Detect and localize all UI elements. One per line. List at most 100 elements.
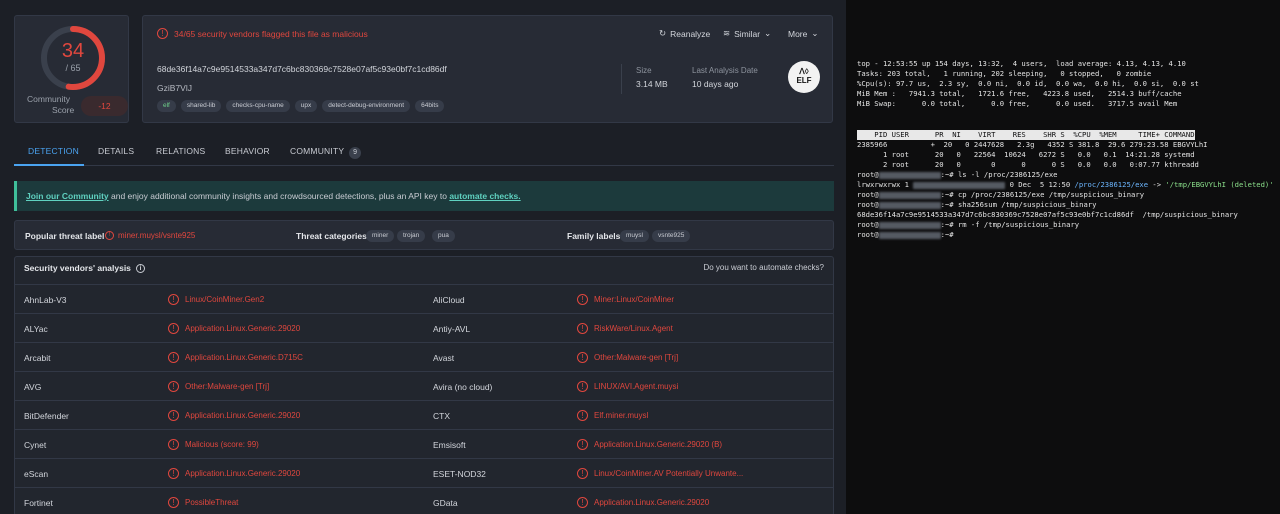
redacted-text	[878, 231, 941, 239]
tab-community[interactable]: COMMUNITY 9	[290, 146, 362, 159]
vendor-result[interactable]: ! Other:Malware-gen [Trj]	[577, 352, 678, 363]
reanalyze-button[interactable]: ↻ Reanalyze	[659, 28, 710, 39]
file-tags: elf shared-lib checks-cpu-name upx detect-de…	[157, 100, 445, 112]
malicious-alert: ! 34/65 security vendors flagged this fi…	[157, 28, 368, 39]
community-label: Community	[27, 94, 70, 104]
vendor-result[interactable]: ! Application.Linux.Generic.D715C	[168, 352, 303, 363]
vendor-result[interactable]: ! RiskWare/Linux.Agent	[577, 323, 673, 334]
vendor-name: Arcabit	[24, 353, 51, 363]
alert-icon: !	[168, 323, 179, 334]
file-tag[interactable]: detect-debug-environment	[322, 100, 411, 112]
virustotal-panel: 34 / 65 Community Score -12 ! 34/65 secu…	[0, 0, 846, 514]
family-pill[interactable]: muysl	[620, 230, 649, 242]
vendor-result[interactable]: ! Malicious (score: 99)	[168, 439, 259, 450]
vendor-result[interactable]: ! Miner:Linux/CoinMiner	[577, 294, 674, 305]
tab-detection[interactable]: DETECTION	[28, 146, 79, 156]
family-pill[interactable]: vsnte925	[652, 230, 691, 242]
file-tag[interactable]: 64bits	[415, 100, 445, 112]
vendor-name: CTX	[433, 411, 450, 421]
ls-output-line: lrwxrwxrwx 1 0 Dec 5 12:50 /proc/2386125…	[857, 180, 1274, 190]
alert-icon: !	[168, 497, 179, 508]
detection-score-card: 34 / 65 Community Score -12	[14, 15, 129, 123]
top-summary-line: Tasks: 203 total, 1 running, 202 sleepin…	[857, 69, 1152, 78]
vendor-name: Fortinet	[24, 498, 53, 508]
similar-button[interactable]: ≋ Similar ⌄	[723, 28, 771, 39]
top-summary-line: MiB Mem : 7941.3 total, 1721.6 free, 422…	[857, 89, 1182, 98]
file-tag[interactable]: upx	[294, 100, 318, 112]
category-pill[interactable]: trojan	[397, 230, 426, 242]
score-label: Score	[52, 105, 75, 115]
file-type-icon: ᐱ◊ ELF	[788, 61, 820, 93]
tab-details[interactable]: DETAILS	[98, 146, 134, 156]
vendor-name: ALYac	[24, 324, 48, 334]
tab-community-label: COMMUNITY	[290, 146, 345, 156]
process-row: 1 root 20 0 22564 10624 6272 S 0.0 0.1 1…	[857, 150, 1195, 159]
similar-icon: ≋	[723, 28, 731, 38]
tab-relations[interactable]: RELATIONS	[156, 146, 205, 156]
community-count-badge: 9	[349, 147, 362, 159]
alert-icon: !	[577, 439, 588, 450]
file-tag[interactable]: checks-cpu-name	[226, 100, 290, 112]
reanalyze-label: Reanalyze	[670, 28, 711, 39]
join-community-link[interactable]: Join our Community	[26, 191, 109, 201]
redacted-text	[878, 171, 941, 179]
prompt-text: root@	[857, 170, 879, 179]
prompt-text: root@	[857, 220, 879, 229]
vendor-result[interactable]: ! PossibleThreat	[168, 497, 238, 508]
category-pill[interactable]: miner	[366, 230, 395, 242]
size-label: Size	[636, 66, 652, 75]
command-text: :~# rm -f /tmp/suspicious_binary	[940, 220, 1080, 229]
automate-checks-link[interactable]: automate checks.	[449, 191, 520, 201]
more-button[interactable]: More ⌄	[788, 28, 819, 39]
category-pill[interactable]: pua	[432, 230, 455, 242]
alert-icon: !	[577, 410, 588, 421]
size-value: 3.14 MB	[636, 79, 668, 89]
detection-count: 34	[61, 40, 85, 62]
vendor-name: Emsisoft	[433, 440, 466, 450]
vendor-result[interactable]: ! Other:Malware-gen [Trj]	[168, 381, 269, 392]
tab-behavior[interactable]: BEHAVIOR	[225, 146, 270, 156]
command-line: root@ :~# ls -l /proc/2386125/exe	[857, 170, 1057, 180]
vendor-result-text: Application.Linux.Generic.29020 (B)	[594, 440, 723, 449]
vendor-result-text: Application.Linux.Generic.D715C	[185, 353, 303, 362]
vendor-result-text: Application.Linux.Generic.29020	[594, 498, 710, 507]
vendor-result[interactable]: ! Application.Linux.Generic.29020	[577, 497, 709, 508]
prompt-text: root@	[857, 190, 879, 199]
redacted-text	[878, 201, 941, 209]
info-icon[interactable]: i	[135, 263, 145, 273]
automate-checks-prompt[interactable]: Do you want to automate checks?	[703, 263, 824, 272]
file-hash[interactable]: 68de36f14a7c9e9514533a347d7c6bc830369c75…	[157, 64, 447, 74]
file-tag[interactable]: shared-lib	[180, 100, 222, 112]
more-label: More	[788, 28, 808, 39]
vendor-result[interactable]: ! Application.Linux.Generic.29020 (B)	[577, 439, 722, 450]
file-tag[interactable]: elf	[157, 100, 176, 112]
vendor-result[interactable]: ! Linux/CoinMiner.AV Potentially Unwante.…	[577, 468, 743, 479]
vendor-result[interactable]: ! Application.Linux.Generic.29020	[168, 410, 300, 421]
vendor-result[interactable]: ! Elf.miner.muysl	[577, 410, 648, 421]
redacted-text	[878, 191, 941, 199]
community-score-badge[interactable]: -12	[81, 96, 128, 116]
alert-icon: !	[168, 468, 179, 479]
penguin-icon: ᐱ◊	[799, 67, 809, 76]
active-tab-underline	[14, 164, 84, 166]
popular-threat-text: miner.muysl/vsnte925	[118, 231, 196, 240]
popular-threat-value[interactable]: ! miner.muysl/vsnte925	[105, 231, 195, 240]
alert-icon: !	[577, 352, 588, 363]
refresh-icon: ↻	[659, 28, 667, 38]
table-row: Arcabit ! Application.Linux.Generic.D715C A…	[15, 342, 833, 371]
vendor-name: Antiy-AVL	[433, 324, 471, 334]
vendor-result[interactable]: ! Application.Linux.Generic.29020	[168, 468, 300, 479]
vendor-result[interactable]: ! Application.Linux.Generic.29020	[168, 323, 300, 334]
analysis-date-label: Last Analysis Date	[692, 66, 758, 75]
threat-categories-label: Threat categories	[296, 231, 367, 241]
vendor-result[interactable]: ! Linux/CoinMiner.Gen2	[168, 294, 264, 305]
alert-icon: !	[168, 352, 179, 363]
alert-icon: !	[168, 410, 179, 421]
command-text: :~# ls -l /proc/2386125/exe	[940, 170, 1058, 179]
vendor-result[interactable]: ! LINUX/AVI.Agent.muysi	[577, 381, 678, 392]
top-summary-line: %Cpu(s): 97.7 us, 2.3 sy, 0.0 ni, 0.0 id…	[857, 79, 1199, 88]
table-row: eScan! Application.Linux.Generic.29020 ESE…	[15, 458, 833, 487]
alert-icon: !	[105, 231, 114, 240]
vendor-result-text: PossibleThreat	[185, 498, 239, 507]
vendor-result-text: Application.Linux.Generic.29020	[185, 324, 301, 333]
